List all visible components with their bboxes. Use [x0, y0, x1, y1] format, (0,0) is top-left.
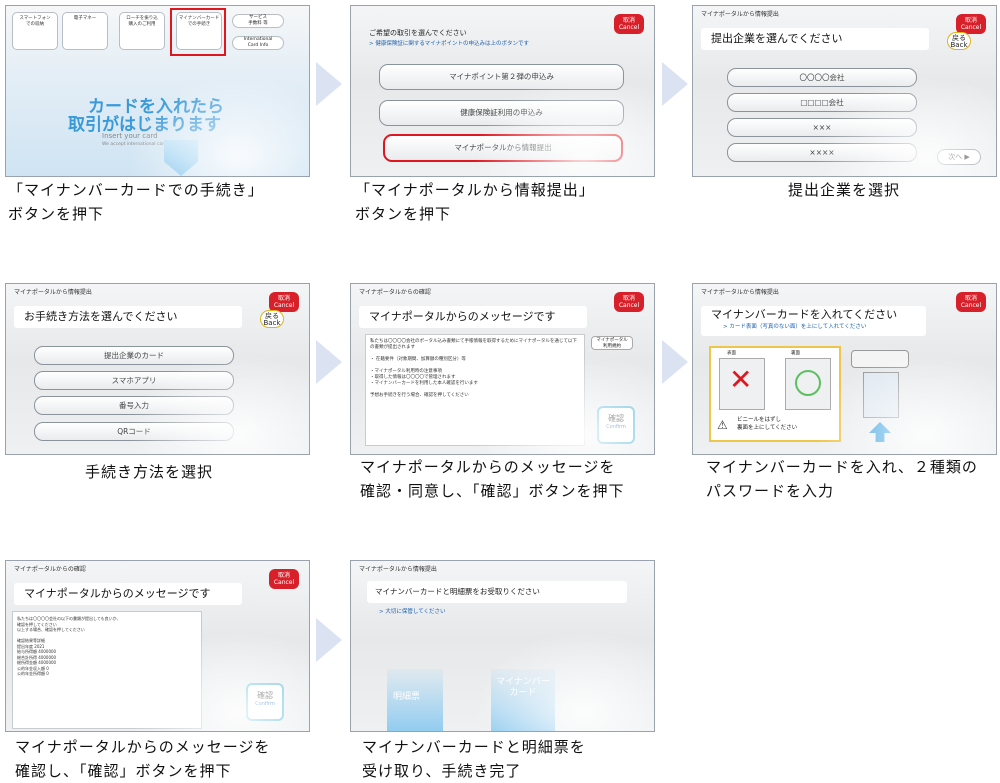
- highlight-box: [170, 8, 226, 56]
- smartphone-tile[interactable]: スマートフォン での収納: [12, 12, 58, 50]
- warning-icon: ⚠: [717, 418, 728, 432]
- prompt-text: ご希望の取引を選んでください: [369, 29, 467, 37]
- confirm-en-label: Confirm: [255, 701, 275, 707]
- step3-screen: マイナポータルから情報提出 取消 Cancel 提出企業を選んでください 戻る …: [692, 5, 997, 177]
- step2-caption: 「マイナポータルから情報提出」 ボタンを押下: [355, 181, 595, 223]
- international-pill[interactable]: International Card Info: [232, 36, 284, 50]
- next-button[interactable]: 次へ ▶: [937, 149, 981, 165]
- slip-label: 明細票: [393, 692, 421, 702]
- method-option-company-card[interactable]: 提出企業のカード: [34, 346, 234, 365]
- wrong-x-icon: ✕: [729, 363, 753, 396]
- screen-header: マイナポータルから情報提出: [701, 11, 779, 18]
- company-option-4[interactable]: ××××: [727, 143, 917, 162]
- step2-screen: 取消 Cancel ご希望の取引を選んでください > 健康保険証に関するマイナポ…: [350, 5, 655, 177]
- screen-header: マイナポータルからの確認: [359, 289, 431, 296]
- arrow-right-icon: [316, 62, 342, 106]
- card-instruction-panel: 表面 裏面 ✕ ⚠ ビニールをはずし 裏面を上にしてください: [709, 346, 841, 442]
- warning-text: ビニールをはずし 裏面を上にしてください: [737, 417, 798, 431]
- back-button[interactable]: 戻る Back: [947, 32, 971, 50]
- step6-caption: マイナンバーカードを入れ、２種類の パスワードを入力: [706, 458, 978, 500]
- screen-title: 提出企業を選んでください: [701, 28, 929, 50]
- arrow-right-icon: [316, 618, 342, 662]
- step1-screen: スマートフォン での収納 電子マネー ローチを振り込 購入のご利用 マイナンバー…: [5, 5, 310, 177]
- note-text: > 健康保険証に関するマイナポイントの申込みは上のボタンです: [369, 41, 530, 47]
- confirm-label: 確認: [608, 414, 624, 423]
- step3-caption: 提出企業を選択: [788, 181, 901, 199]
- e-money-tile[interactable]: 電子マネー: [62, 12, 108, 50]
- step5-caption: マイナポータルからのメッセージを 確認・同意し、「確認」ボタンを押下: [360, 458, 625, 500]
- step5-screen: マイナポータルからの確認 取消 Cancel マイナポータルからのメッセージです…: [350, 283, 655, 455]
- screen-header: マイナポータルから情報提出: [359, 566, 437, 573]
- confirm-button[interactable]: 確認 Confirm: [597, 406, 635, 444]
- arrow-right-icon: [662, 340, 688, 384]
- method-option-qr-code[interactable]: QRコード: [34, 422, 234, 441]
- message-box: 私たちは〇〇〇〇会社の以下の書類が提出しても良いか、 確認を押してください 以上…: [12, 611, 202, 729]
- step8-screen: マイナポータルから情報提出 マイナンバーカードと明細票をお受取りください > 大…: [350, 560, 655, 732]
- confirm-button[interactable]: 確認 Confirm: [246, 683, 284, 721]
- cancel-button[interactable]: 取消 Cancel: [614, 14, 644, 34]
- mynaportal-option-button[interactable]: マイナポータルから情報提出: [383, 134, 623, 162]
- cancel-button[interactable]: 取消 Cancel: [269, 569, 299, 589]
- screen-header: マイナポータルから情報提出: [701, 289, 779, 296]
- cancel-button[interactable]: 取消 Cancel: [269, 292, 299, 312]
- screen-title: マイナンバーカードと明細票をお受取りください: [367, 581, 627, 603]
- card-slot-icon: [164, 140, 198, 176]
- step7-screen: マイナポータルからの確認 取消 Cancel マイナポータルからのメッセージです…: [5, 560, 310, 732]
- screen-title: マイナポータルからのメッセージです: [359, 306, 587, 328]
- step1-caption: 「マイナンバーカードでの手続き」 ボタンを押下: [8, 181, 264, 223]
- keep-note: > 大切に保管してください: [379, 609, 446, 615]
- back-side-label: 裏面: [791, 351, 800, 356]
- instruction-note: > カード表面（写真のない面）を上にして入れてください: [723, 324, 867, 330]
- mynumber-card-image: [863, 372, 899, 418]
- arrow-right-icon: [662, 62, 688, 106]
- cancel-button[interactable]: 取消 Cancel: [956, 14, 986, 34]
- cancel-button[interactable]: 取消 Cancel: [956, 292, 986, 312]
- service-pill[interactable]: サービス 手数料 等: [232, 14, 284, 28]
- company-option-2[interactable]: □□□□会社: [727, 93, 917, 112]
- mynapoint-option-button[interactable]: マイナポイント第２弾の申込み: [379, 64, 624, 90]
- screen-header: マイナポータルからの確認: [14, 566, 86, 573]
- payment-tile[interactable]: ローチを振り込 購入のご利用: [119, 12, 165, 50]
- confirm-label: 確認: [257, 691, 273, 700]
- front-label: 表面: [727, 351, 736, 356]
- cancel-button[interactable]: 取消 Cancel: [614, 292, 644, 312]
- confirm-en-label: Confirm: [606, 424, 626, 430]
- terms-link[interactable]: マイナポータル 利用規約: [591, 336, 633, 350]
- banner-en1: Insert your card: [102, 132, 158, 140]
- company-option-3[interactable]: ×××: [727, 118, 917, 137]
- method-option-smartphone-app[interactable]: スマホアプリ: [34, 371, 234, 390]
- arrow-right-icon: [316, 340, 342, 384]
- card-slot-image: [851, 350, 909, 368]
- back-button[interactable]: 戻る Back: [260, 310, 284, 328]
- step8-caption: マイナンバーカードと明細票を 受け取り、手続き完了: [362, 738, 586, 780]
- banner-en2: We accept international cards: [102, 142, 170, 147]
- screen-title: マイナンバーカードを入れてください: [701, 306, 926, 336]
- card-label: マイナンバー カード: [496, 677, 550, 698]
- step7-caption: マイナポータルからのメッセージを 確認し、「確認」ボタンを押下: [15, 738, 271, 780]
- correct-circle-icon: [795, 370, 821, 396]
- screen-title: マイナポータルからのメッセージです: [14, 583, 242, 605]
- step4-screen: マイナポータルから情報提出 取消 Cancel お手続き方法を選んでください 戻…: [5, 283, 310, 455]
- arrow-up-icon: [869, 422, 891, 442]
- health-insurance-option-button[interactable]: 健康保険証利用の申込み: [379, 100, 624, 126]
- message-box: 私たちは〇〇〇〇会社のポータル込み書類にて手帳情報を取得するためにマイナポータル…: [365, 334, 585, 446]
- screen-header: マイナポータルから情報提出: [14, 289, 92, 296]
- step6-screen: マイナポータルから情報提出 取消 Cancel マイナンバーカードを入れてくださ…: [692, 283, 997, 455]
- step4-caption: 手続き方法を選択: [85, 463, 214, 481]
- method-option-number-input[interactable]: 番号入力: [34, 396, 234, 415]
- company-option-1[interactable]: 〇〇〇〇会社: [727, 68, 917, 87]
- screen-title: お手続き方法を選んでください: [14, 306, 242, 328]
